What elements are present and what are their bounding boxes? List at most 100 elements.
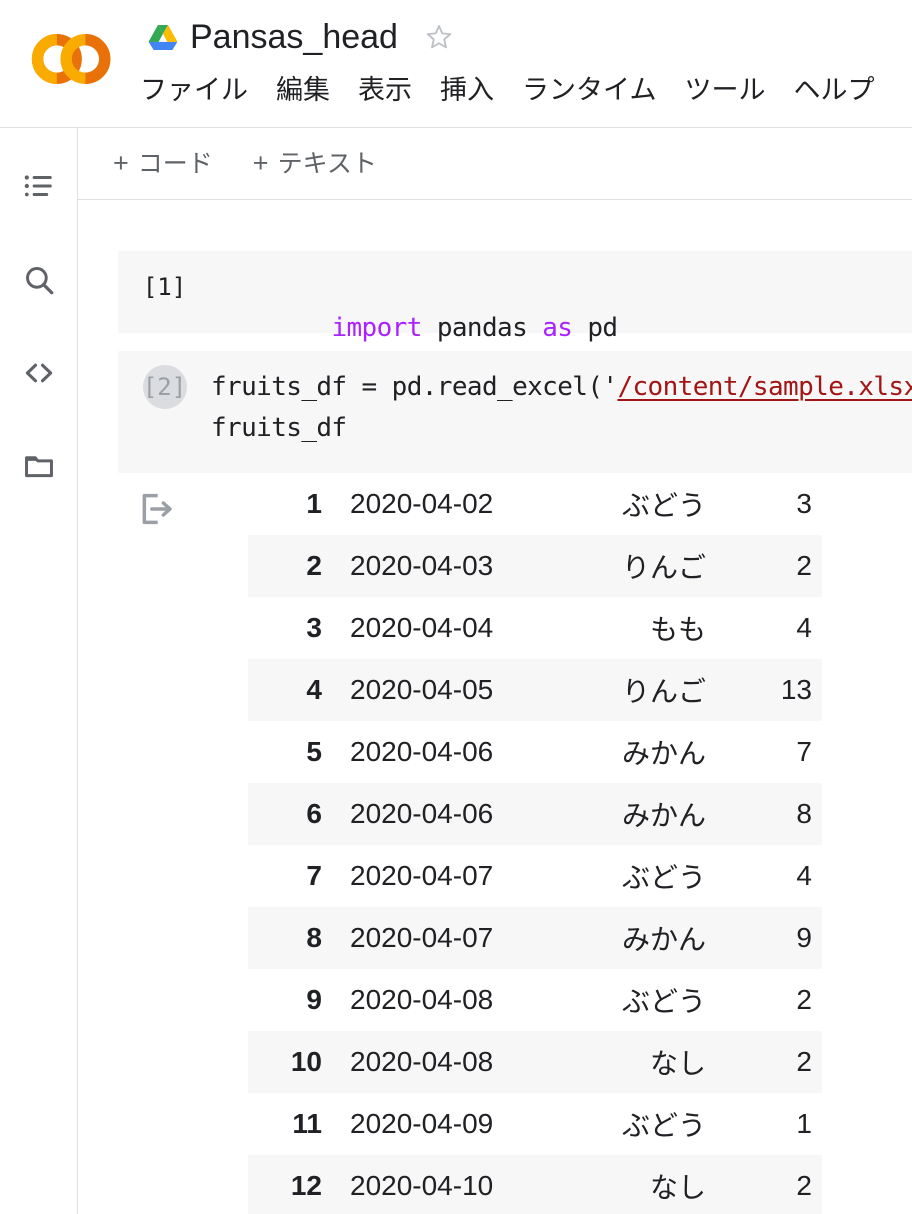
dataframe-output-table: 1 2020-04-02 ぶどう 3 2 2020-04-03 りんご 2 3 2020-04-0…	[248, 473, 822, 1214]
token-plain: pandas	[421, 313, 543, 343]
table-cell-count: 7	[796, 736, 812, 767]
table-row: 3 2020-04-04 もも 4	[248, 597, 822, 659]
table-row: 4 2020-04-05 りんご 13	[248, 659, 822, 721]
token-string-path: /content/sample.xlsx	[617, 372, 912, 402]
code-cell-2[interactable]: [2] fruits_df = pd.read_excel('/content/…	[118, 351, 912, 473]
sidebar-item-snippets[interactable]	[17, 351, 61, 395]
table-row: 6 2020-04-06 みかん 8	[248, 783, 822, 845]
table-cell-fruit: ぶどう	[621, 862, 706, 893]
add-code-cell-label: コード	[137, 149, 213, 178]
table-row: 1 2020-04-02 ぶどう 3	[248, 473, 822, 535]
table-of-contents-icon	[24, 175, 52, 197]
table-cell-date: 2020-04-02	[350, 488, 494, 519]
table-cell-idx: 10	[290, 1046, 322, 1077]
table-cell-fruit: ぶどう	[621, 490, 706, 521]
table-cell-fruit: なし	[649, 1048, 706, 1079]
table-row: 9 2020-04-08 ぶどう 2	[248, 969, 822, 1031]
table-cell-fruit: もも	[649, 614, 706, 645]
table-cell-idx: 3	[306, 612, 322, 643]
table-cell-date: 2020-04-04	[350, 612, 494, 643]
plus-icon: +	[252, 148, 269, 178]
google-drive-icon	[148, 24, 178, 50]
table-cell-count: 2	[796, 1046, 812, 1077]
table-cell-date: 2020-04-05	[350, 674, 494, 705]
table-cell-count: 2	[796, 550, 812, 581]
code-snippets-icon	[25, 363, 53, 383]
menu-item-file[interactable]: ファイル	[140, 72, 248, 108]
table-cell-date: 2020-04-07	[350, 922, 494, 953]
table-cell-date: 2020-04-07	[350, 860, 494, 891]
table-cell-idx: 4	[306, 674, 322, 705]
menu-item-help[interactable]: ヘルプ	[793, 72, 874, 108]
menu-item-view[interactable]: 表示	[358, 72, 412, 108]
token-keyword: as	[542, 313, 573, 343]
table-cell-idx: 1	[306, 488, 322, 519]
menu-item-tools[interactable]: ツール	[684, 72, 765, 108]
table-cell-date: 2020-04-06	[350, 798, 494, 829]
table-cell-date: 2020-04-06	[350, 736, 494, 767]
output-arrow-icon	[142, 493, 172, 525]
sidebar-item-files[interactable]	[17, 444, 61, 488]
table-cell-idx: 7	[306, 860, 322, 891]
table-cell-idx: 2	[306, 550, 322, 581]
search-icon	[26, 267, 54, 295]
table-cell-date: 2020-04-09	[350, 1108, 494, 1139]
table-cell-count: 4	[796, 860, 812, 891]
token-plain: pd	[572, 313, 618, 343]
table-row: 8 2020-04-07 みかん 9	[248, 907, 822, 969]
table-cell-fruit: ぶどう	[621, 986, 706, 1017]
menu-item-edit[interactable]: 編集	[276, 72, 330, 108]
colab-logo[interactable]	[30, 32, 114, 86]
table-row: 5 2020-04-06 みかん 7	[248, 721, 822, 783]
cell-1-execution-count[interactable]: [1]	[143, 273, 186, 301]
add-text-cell-button[interactable]: + テキスト	[253, 149, 377, 179]
table-cell-date: 2020-04-03	[350, 550, 494, 581]
table-cell-idx: 9	[306, 984, 322, 1015]
table-cell-fruit: みかん	[621, 924, 706, 955]
table-cell-count: 3	[796, 488, 812, 519]
table-cell-idx: 5	[306, 736, 322, 767]
table-row: 12 2020-04-10 なし 2	[248, 1155, 822, 1214]
table-cell-idx: 11	[292, 1108, 322, 1139]
menu-item-runtime[interactable]: ランタイム	[522, 72, 656, 108]
folder-icon	[25, 456, 53, 478]
table-cell-count: 2	[796, 1170, 812, 1201]
table-cell-date: 2020-04-08	[350, 1046, 494, 1077]
cell-2-source[interactable]: fruits_df = pd.read_excel('/content/samp…	[211, 351, 912, 465]
token-plain: fruits_df	[211, 413, 347, 443]
table-cell-date: 2020-04-10	[350, 1170, 494, 1201]
star-outline-icon[interactable]	[424, 22, 454, 52]
code-cell-1[interactable]: [1] import pandas as pd	[118, 251, 912, 343]
sidebar-item-toc[interactable]	[17, 164, 61, 208]
sidebar-item-search[interactable]	[17, 258, 61, 302]
notebook-toolbar: + コード + テキスト	[78, 128, 912, 200]
table-row: 2 2020-04-03 りんご 2	[248, 535, 822, 597]
page-title[interactable]: Pansas_head	[190, 17, 398, 57]
table-cell-fruit: みかん	[621, 738, 706, 769]
table-cell-fruit: ぶどう	[621, 1110, 706, 1141]
add-text-cell-label: テキスト	[277, 149, 377, 178]
token-keyword: import	[331, 313, 422, 343]
document-title-row: Pansas_head	[148, 12, 454, 62]
table-cell-idx: 6	[306, 798, 322, 829]
table-cell-fruit: りんご	[621, 552, 706, 583]
menu-bar: ファイル 編集 表示 挿入 ランタイム ツール ヘルプ	[140, 72, 874, 108]
plus-icon: +	[113, 148, 129, 178]
cell-1-gutter[interactable]: [1]	[118, 251, 211, 301]
table-row: 7 2020-04-07 ぶどう 4	[248, 845, 822, 907]
cell-2-gutter[interactable]: [2]	[118, 351, 211, 409]
token-plain: fruits_df = pd.read_excel('	[211, 372, 618, 402]
table-row: 11 2020-04-09 ぶどう 1	[248, 1093, 822, 1155]
table-cell-date: 2020-04-08	[350, 984, 494, 1015]
table-cell-fruit: りんご	[621, 676, 706, 707]
left-rail	[0, 128, 78, 1214]
app-header: Pansas_head ファイル 編集 表示 挿入 ランタイム ツール ヘルプ	[0, 0, 912, 128]
table-cell-count: 9	[796, 922, 812, 953]
table-cell-count: 8	[796, 798, 812, 829]
add-code-cell-button[interactable]: + コード	[113, 149, 213, 179]
notebook-body: [1] import pandas as pd [2] fruits_df = …	[78, 201, 912, 1214]
table-cell-fruit: みかん	[621, 800, 706, 831]
cell-2-execution-count[interactable]: [2]	[142, 365, 187, 409]
table-row: 10 2020-04-08 なし 2	[248, 1031, 822, 1093]
menu-item-insert[interactable]: 挿入	[440, 72, 494, 108]
